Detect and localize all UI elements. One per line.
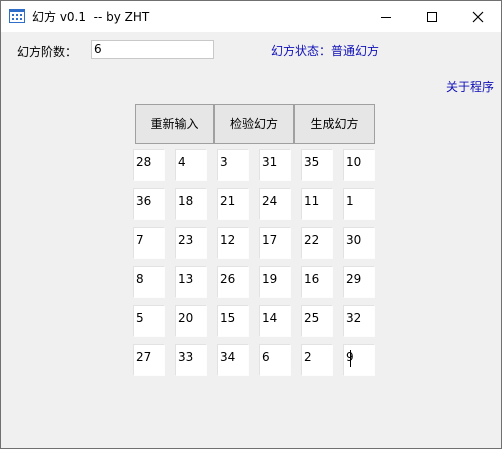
grid-cell[interactable]: 20 [175, 305, 207, 337]
generate-button[interactable]: 生成幻方 [294, 104, 375, 144]
grid-cell[interactable]: 2 [301, 344, 333, 376]
maximize-icon [427, 12, 437, 22]
grid-cell[interactable]: 13 [175, 266, 207, 298]
grid-cell[interactable]: 22 [301, 227, 333, 259]
grid-cell[interactable]: 21 [217, 188, 249, 220]
grid-cell[interactable]: 1 [343, 188, 375, 220]
grid-cell[interactable]: 12 [217, 227, 249, 259]
grid-cell[interactable]: 34 [217, 344, 249, 376]
grid-cell[interactable]: 31 [259, 149, 291, 181]
maximize-button[interactable] [409, 1, 455, 32]
verify-button[interactable]: 检验幻方 [214, 104, 294, 144]
grid-cell[interactable]: 9 [343, 344, 375, 376]
close-icon [472, 11, 484, 23]
grid-cell[interactable]: 8 [133, 266, 165, 298]
magic-square-status: 幻方状态：普通幻方 [271, 44, 380, 58]
grid-cell[interactable]: 6 [259, 344, 291, 376]
grid-cell[interactable]: 4 [175, 149, 207, 181]
grid-cell[interactable]: 33 [175, 344, 207, 376]
grid-cell[interactable]: 24 [259, 188, 291, 220]
grid-cell[interactable]: 36 [133, 188, 165, 220]
grid-cell[interactable]: 26 [217, 266, 249, 298]
grid-cell[interactable]: 3 [217, 149, 249, 181]
grid-cell[interactable]: 10 [343, 149, 375, 181]
text-caret [350, 350, 351, 367]
grid-cell[interactable]: 25 [301, 305, 333, 337]
grid-cell[interactable]: 14 [259, 305, 291, 337]
window-title: 幻方 v0.1 -- by ZHT [32, 10, 150, 24]
grid-cell[interactable]: 23 [175, 227, 207, 259]
title-bar[interactable]: 幻方 v0.1 -- by ZHT [1, 1, 501, 32]
grid-cell[interactable]: 11 [301, 188, 333, 220]
grid-cell[interactable]: 17 [259, 227, 291, 259]
app-window: 幻方 v0.1 -- by ZHT 幻方阶数： 6 幻方状态：普通幻方 关于程序… [0, 0, 502, 449]
reset-button[interactable]: 重新输入 [135, 104, 214, 144]
grid-cell[interactable]: 15 [217, 305, 249, 337]
order-input[interactable]: 6 [91, 40, 214, 59]
grid-cell[interactable]: 27 [133, 344, 165, 376]
grid-cell[interactable]: 19 [259, 266, 291, 298]
grid-cell[interactable]: 32 [343, 305, 375, 337]
about-link[interactable]: 关于程序 [446, 78, 494, 95]
grid-cell[interactable]: 29 [343, 266, 375, 298]
order-label: 幻方阶数： [17, 45, 78, 59]
grid-cell[interactable]: 18 [175, 188, 207, 220]
grid-cell[interactable]: 28 [133, 149, 165, 181]
app-grid-icon [9, 9, 25, 23]
minimize-button[interactable] [363, 1, 409, 32]
grid-cell[interactable]: 30 [343, 227, 375, 259]
grid-cell[interactable]: 5 [133, 305, 165, 337]
grid-cell[interactable]: 35 [301, 149, 333, 181]
close-button[interactable] [455, 1, 501, 32]
minimize-icon [381, 17, 391, 18]
grid-cell[interactable]: 16 [301, 266, 333, 298]
grid-cell[interactable]: 7 [133, 227, 165, 259]
